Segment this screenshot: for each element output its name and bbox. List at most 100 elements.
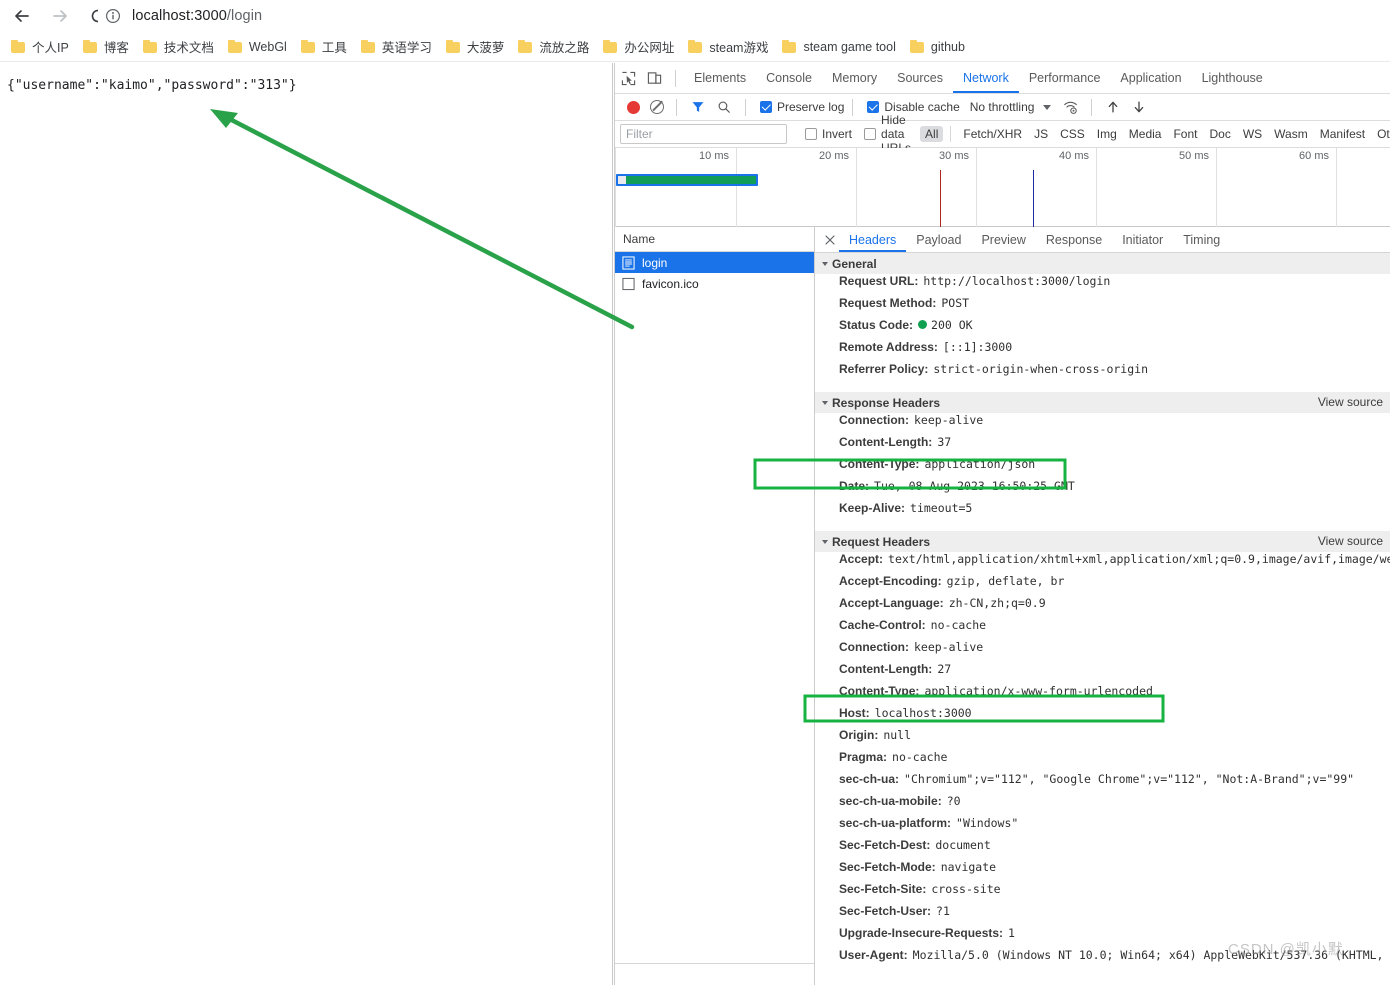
throttling-select[interactable]: No throttling [970,100,1035,114]
request-list-column-header[interactable]: Name [615,227,814,252]
devtools-panel: Elements Console Memory Sources Network … [614,63,1390,985]
tab-sources[interactable]: Sources [887,63,953,93]
search-button[interactable] [711,94,737,120]
request-row-favicon[interactable]: favicon.ico [615,273,814,294]
bookmark-item[interactable]: 大菠萝 [439,35,512,59]
bookmark-item[interactable]: 英语学习 [354,35,439,59]
bookmark-item[interactable]: 办公网址 [596,35,681,59]
header-value: text/html,application/xhtml+xml,applicat… [888,552,1390,566]
record-circle-icon[interactable] [627,100,640,114]
type-filter-all[interactable]: All [920,126,944,142]
type-filter-css[interactable]: CSS [1055,126,1090,142]
clear-no-entry-icon[interactable] [650,100,664,114]
address-bar[interactable]: localhost:3000/login [98,3,1368,29]
detail-tab-response[interactable]: Response [1036,227,1112,252]
bookmark-item[interactable]: 工具 [294,35,354,59]
timeline-tick: 30 ms [939,150,969,162]
section-header-response-headers[interactable]: Response Headers View source [815,392,1390,413]
inspect-element-button[interactable] [615,65,641,91]
bookmark-item[interactable]: steam game tool [775,35,902,59]
header-name: Request URL: [839,274,919,288]
toolbar-divider [745,98,746,116]
header-name: Content-Type: [839,684,920,698]
type-filter-wasm[interactable]: Wasm [1269,126,1313,142]
wifi-settings-icon [1063,101,1077,114]
tab-console[interactable]: Console [756,63,822,93]
type-filter-fetch-xhr[interactable]: Fetch/XHR [958,126,1027,142]
browser-chrome: localhost:3000/login 个人IP 博客 技术文档 WebGl … [0,0,1390,62]
folder-icon [782,40,797,53]
filter-input[interactable] [620,124,787,144]
header-row-sec-fetch-mode: Sec-Fetch-Mode: navigate [815,860,1390,882]
forward-button[interactable] [44,2,76,30]
arrow-right-icon [53,10,67,22]
bookmark-item[interactable]: steam游戏 [681,35,775,59]
tab-network[interactable]: Network [953,63,1019,93]
close-detail-button[interactable] [821,231,839,249]
header-name: Accept-Language: [839,596,944,610]
tab-application[interactable]: Application [1110,63,1191,93]
view-source-link-response[interactable]: View source [1318,395,1383,409]
type-filter-doc[interactable]: Doc [1204,126,1235,142]
bookmark-item[interactable]: 个人IP [4,35,76,59]
detail-tab-initiator[interactable]: Initiator [1112,227,1173,252]
bookmark-label: steam游戏 [709,41,769,55]
timeline-tick: 60 ms [1299,150,1329,162]
header-row-accept: Accept: text/html,application/xhtml+xml,… [815,552,1390,574]
request-row-login[interactable]: login [615,252,814,273]
detail-tab-payload[interactable]: Payload [906,227,971,252]
header-name: Sec-Fetch-Site: [839,882,927,896]
info-circle-icon[interactable] [104,7,122,25]
request-row-label: login [642,255,668,270]
tab-memory[interactable]: Memory [822,63,887,93]
folder-icon [82,40,97,53]
type-filter-js[interactable]: JS [1029,126,1053,142]
bookmark-label: 个人IP [32,41,69,55]
type-filter-other[interactable]: Oth [1372,126,1390,142]
tab-elements[interactable]: Elements [684,63,756,93]
header-value: [::1]:3000 [942,340,1013,354]
close-x-icon [825,234,835,245]
section-header-general[interactable]: General [815,253,1390,274]
devtools-toolbar: Elements Console Memory Sources Network … [615,63,1390,94]
filter-toggle-button[interactable] [685,94,711,120]
detail-tab-headers[interactable]: Headers [839,227,907,252]
header-value: application/json [924,457,1036,471]
type-filter-media[interactable]: Media [1124,126,1167,142]
tab-performance[interactable]: Performance [1019,63,1111,93]
device-toolbar-button[interactable] [641,65,667,91]
bookmark-label: 技术文档 [163,41,214,55]
back-button[interactable] [6,2,38,30]
bookmark-item[interactable]: WebGl [221,35,294,59]
bookmark-item[interactable]: 博客 [76,35,136,59]
header-value: localhost:3000 [874,706,972,720]
view-source-link-request[interactable]: View source [1318,534,1383,548]
document-icon [622,255,635,270]
invert-checkbox[interactable]: Invert [805,127,852,141]
type-filter-font[interactable]: Font [1168,126,1202,142]
chevron-down-icon[interactable] [1043,104,1052,110]
import-har-button[interactable] [1100,94,1126,120]
dom-content-loaded-marker [940,170,941,227]
type-filter-manifest[interactable]: Manifest [1315,126,1370,142]
type-filter-ws[interactable]: WS [1238,126,1267,142]
network-conditions-button[interactable] [1057,94,1083,120]
section-header-request-headers[interactable]: Request Headers View source [815,531,1390,552]
bookmark-item[interactable]: github [903,35,972,59]
preserve-log-checkbox[interactable]: Preserve log [760,100,844,114]
detail-tab-timing[interactable]: Timing [1173,227,1230,252]
header-name: Status Code: [839,318,914,332]
header-name: Content-Length: [839,662,933,676]
tab-lighthouse[interactable]: Lighthouse [1192,63,1273,93]
timeline-gridline [1096,148,1097,227]
bookmark-item[interactable]: 流放之路 [511,35,596,59]
disable-cache-checkbox[interactable]: Disable cache [867,100,960,114]
export-har-button[interactable] [1126,94,1152,120]
header-name: Accept: [839,552,884,566]
bookmark-item[interactable]: 技术文档 [136,35,221,59]
header-row-sec-ch-ua: sec-ch-ua: "Chromium";v="112", "Google C… [815,772,1390,794]
folder-icon [360,40,375,53]
detail-tab-preview[interactable]: Preview [971,227,1035,252]
type-filter-img[interactable]: Img [1092,126,1122,142]
network-overview-timeline[interactable]: 10 ms 20 ms 30 ms 40 ms 50 ms 60 ms [615,148,1390,227]
